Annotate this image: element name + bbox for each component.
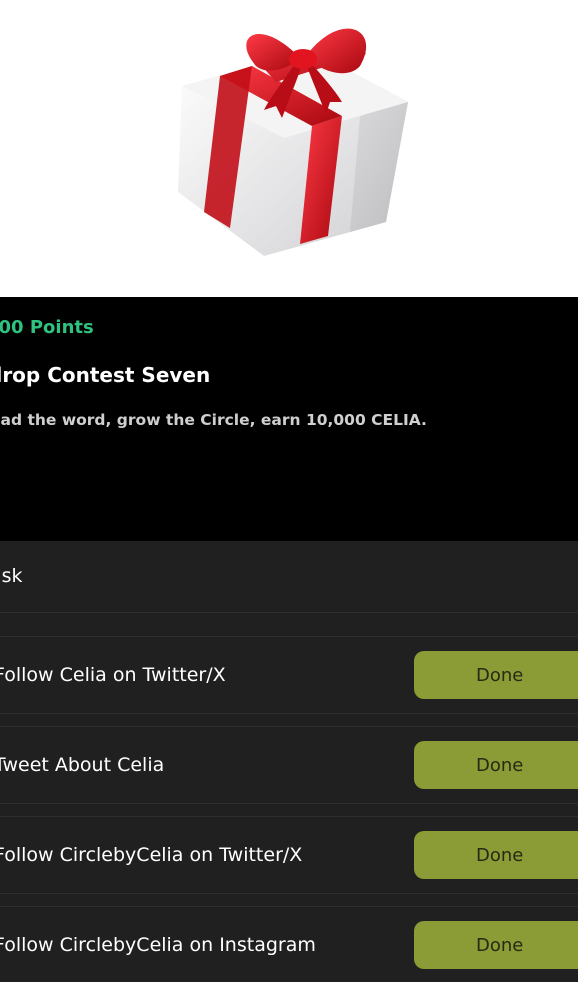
contest-title: drop Contest Seven bbox=[0, 363, 211, 387]
task-header-label: ask bbox=[0, 565, 23, 587]
hero-banner bbox=[0, 0, 578, 297]
task-row: Follow CirclebyCelia on Instagram Done bbox=[0, 906, 578, 982]
done-button[interactable]: Done bbox=[414, 831, 578, 879]
task-panel: ask Follow Celia on Twitter/X Done Tweet… bbox=[0, 541, 578, 982]
contest-info: 000 Points drop Contest Seven ead the wo… bbox=[0, 297, 578, 541]
points-value: 000 Points bbox=[0, 317, 94, 338]
task-header: ask bbox=[0, 541, 578, 613]
task-row: Tweet About Celia Done bbox=[0, 726, 578, 804]
done-button[interactable]: Done bbox=[414, 921, 578, 969]
task-row: Follow Celia on Twitter/X Done bbox=[0, 636, 578, 714]
task-label: Follow Celia on Twitter/X bbox=[0, 664, 226, 686]
task-row: Follow CirclebyCelia on Twitter/X Done bbox=[0, 816, 578, 894]
task-label: Follow CirclebyCelia on Twitter/X bbox=[0, 844, 303, 866]
task-label: Follow CirclebyCelia on Instagram bbox=[0, 934, 316, 956]
task-label: Tweet About Celia bbox=[0, 754, 165, 776]
done-button[interactable]: Done bbox=[414, 741, 578, 789]
gift-box-icon bbox=[178, 28, 408, 256]
done-button[interactable]: Done bbox=[414, 651, 578, 699]
contest-description: ead the word, grow the Circle, earn 10,0… bbox=[0, 411, 427, 429]
